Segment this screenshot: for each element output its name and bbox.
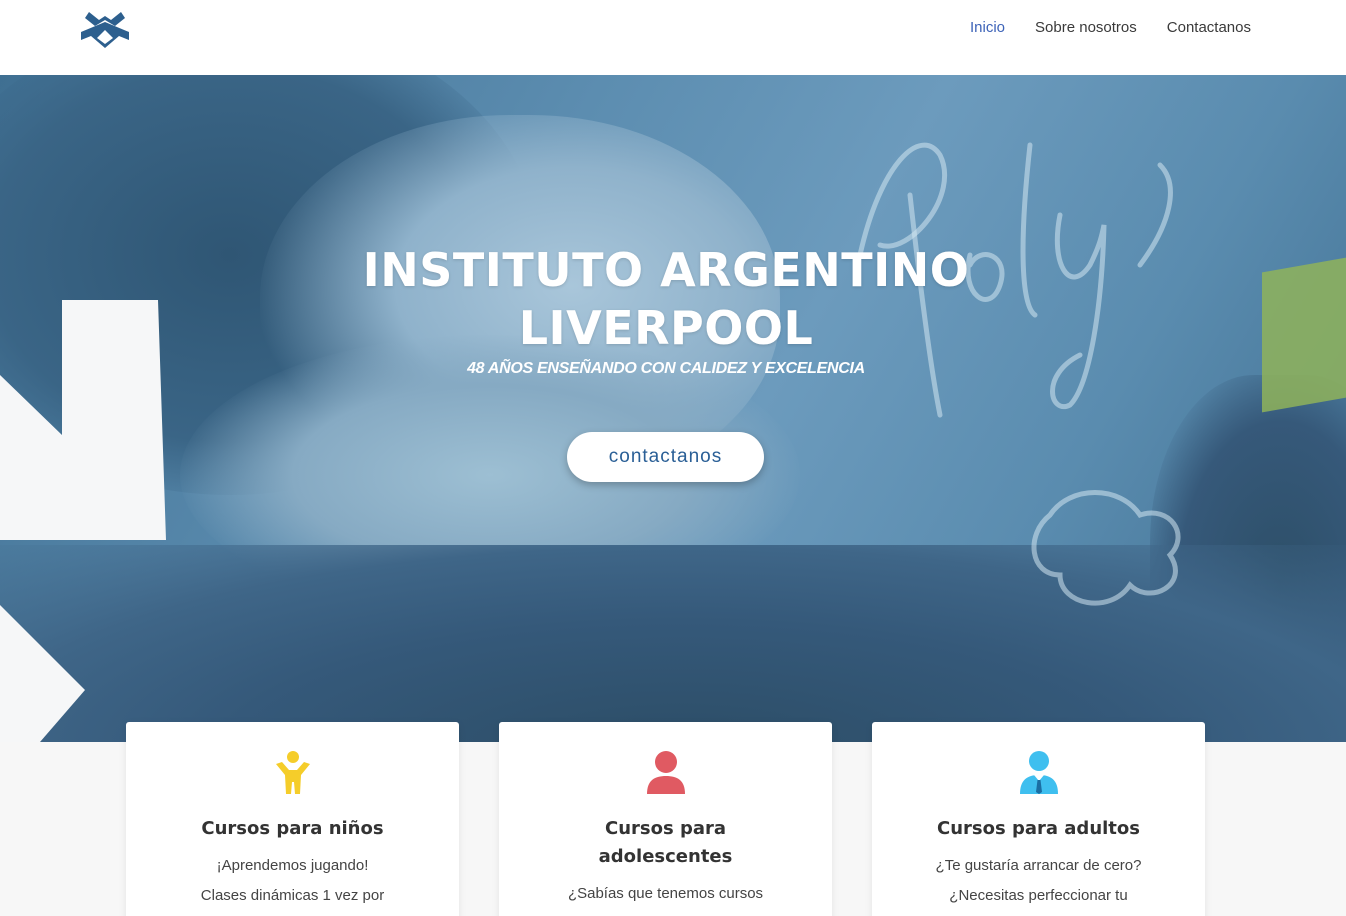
card-teens-title-line2: adolescentes: [598, 846, 733, 867]
institute-logo-icon[interactable]: [79, 10, 131, 50]
card-teens-line1: ¿Sabías que tenemos cursos: [567, 885, 764, 902]
card-kids-title: Cursos para niños: [201, 818, 384, 839]
card-adults-line2: ¿Necesitas perfeccionar tu: [949, 887, 1128, 904]
child-icon: [275, 751, 310, 794]
hero-title: INSTITUTO ARGENTINO LIVERPOOL: [0, 241, 1332, 357]
card-adults-line1: ¿Te gustaría arrancar de cero?: [935, 857, 1142, 874]
hero-section: INSTITUTO ARGENTINO LIVERPOOL 48 AÑOS EN…: [0, 75, 1346, 742]
site-header: Inicio Sobre nosotros Contactanos: [0, 0, 1346, 75]
card-teens-title-line1: Cursos para: [604, 818, 727, 839]
card-teens[interactable]: Cursos para adolescentes ¿Sabías que ten…: [499, 722, 832, 916]
nav-inicio[interactable]: Inicio: [970, 18, 1005, 38]
card-teens-title: Cursos para adolescentes: [519, 815, 812, 871]
card-kids[interactable]: Cursos para niños ¡Aprendemos jugando! C…: [126, 722, 459, 916]
hero-subtitle: 48 AÑOS ENSEÑANDO CON CALIDEZ Y EXCELENC…: [467, 360, 865, 377]
hero-title-line2: LIVERPOOL: [518, 301, 814, 355]
hero-title-line1: INSTITUTO ARGENTINO: [362, 243, 970, 297]
card-adults[interactable]: Cursos para adultos ¿Te gustaría arranca…: [872, 722, 1205, 916]
user-icon: [646, 751, 685, 794]
nav-sobre-nosotros[interactable]: Sobre nosotros: [1035, 18, 1137, 38]
nav-contactanos[interactable]: Contactanos: [1167, 18, 1251, 38]
card-adults-title: Cursos para adultos: [937, 818, 1140, 839]
card-kids-line2: Clases dinámicas 1 vez por: [200, 887, 385, 904]
main-nav: Inicio Sobre nosotros Contactanos: [970, 18, 1251, 38]
businessman-icon: [1019, 751, 1058, 794]
contact-button[interactable]: contactanos: [567, 432, 764, 482]
card-kids-line1: ¡Aprendemos jugando!: [216, 857, 369, 874]
